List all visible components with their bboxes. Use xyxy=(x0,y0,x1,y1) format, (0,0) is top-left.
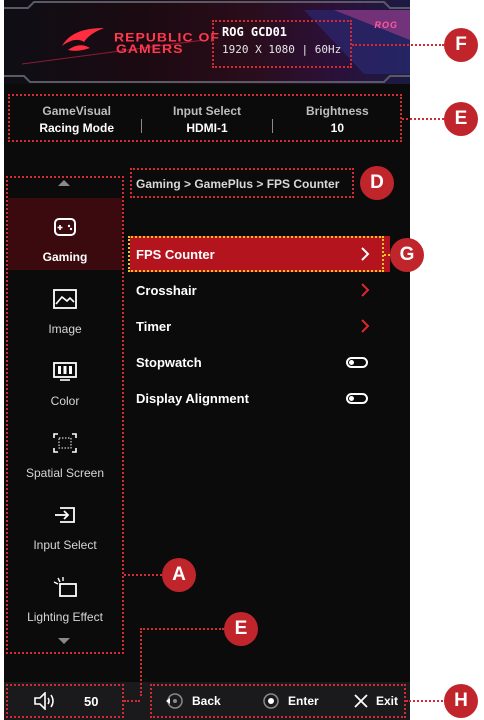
menu-item-crosshair[interactable]: Crosshair xyxy=(130,272,390,308)
brand-wordmark: REPUBLIC OF GAMERS xyxy=(114,31,220,55)
callout-box-controls xyxy=(150,684,406,718)
callout-leader xyxy=(140,628,224,630)
chevron-right-icon xyxy=(361,283,370,297)
chevron-right-icon xyxy=(361,319,370,333)
menu-item-label: Display Alignment xyxy=(136,390,249,406)
callout-box-sidebar xyxy=(6,176,124,654)
callout-leader xyxy=(140,628,142,696)
callout-leader xyxy=(406,700,446,702)
callout-box-breadcrumb xyxy=(130,168,354,198)
menu-item-stopwatch[interactable]: Stopwatch xyxy=(130,344,390,380)
menu-item-label: Crosshair xyxy=(136,282,197,298)
toggle-icon[interactable] xyxy=(346,357,368,368)
callout-marker-f: F xyxy=(444,28,478,62)
callout-marker-d: D xyxy=(360,166,394,200)
callout-leader xyxy=(352,44,444,46)
callout-leader xyxy=(124,574,162,576)
callout-box-status xyxy=(8,94,402,142)
menu-item-label: Timer xyxy=(136,318,172,334)
callout-marker-e: E xyxy=(444,102,478,136)
callout-box-selected xyxy=(128,236,384,272)
toggle-icon[interactable] xyxy=(346,393,368,404)
menu-item-timer[interactable]: Timer xyxy=(130,308,390,344)
callout-box-volume xyxy=(6,684,124,718)
brand-line-2: GAMERS xyxy=(116,42,184,56)
callout-marker-g: G xyxy=(390,238,424,272)
menu-item-display-alignment[interactable]: Display Alignment xyxy=(130,380,390,416)
menu-item-label: Stopwatch xyxy=(136,354,202,370)
callout-box-model xyxy=(212,20,352,68)
callout-marker-a: A xyxy=(162,558,196,592)
callout-marker-e: E xyxy=(224,612,258,646)
callout-leader xyxy=(402,118,444,120)
corner-tag: ROG xyxy=(374,20,398,30)
callout-marker-h: H xyxy=(444,684,478,718)
callout-leader xyxy=(124,700,140,702)
rog-logo-icon xyxy=(62,28,104,51)
